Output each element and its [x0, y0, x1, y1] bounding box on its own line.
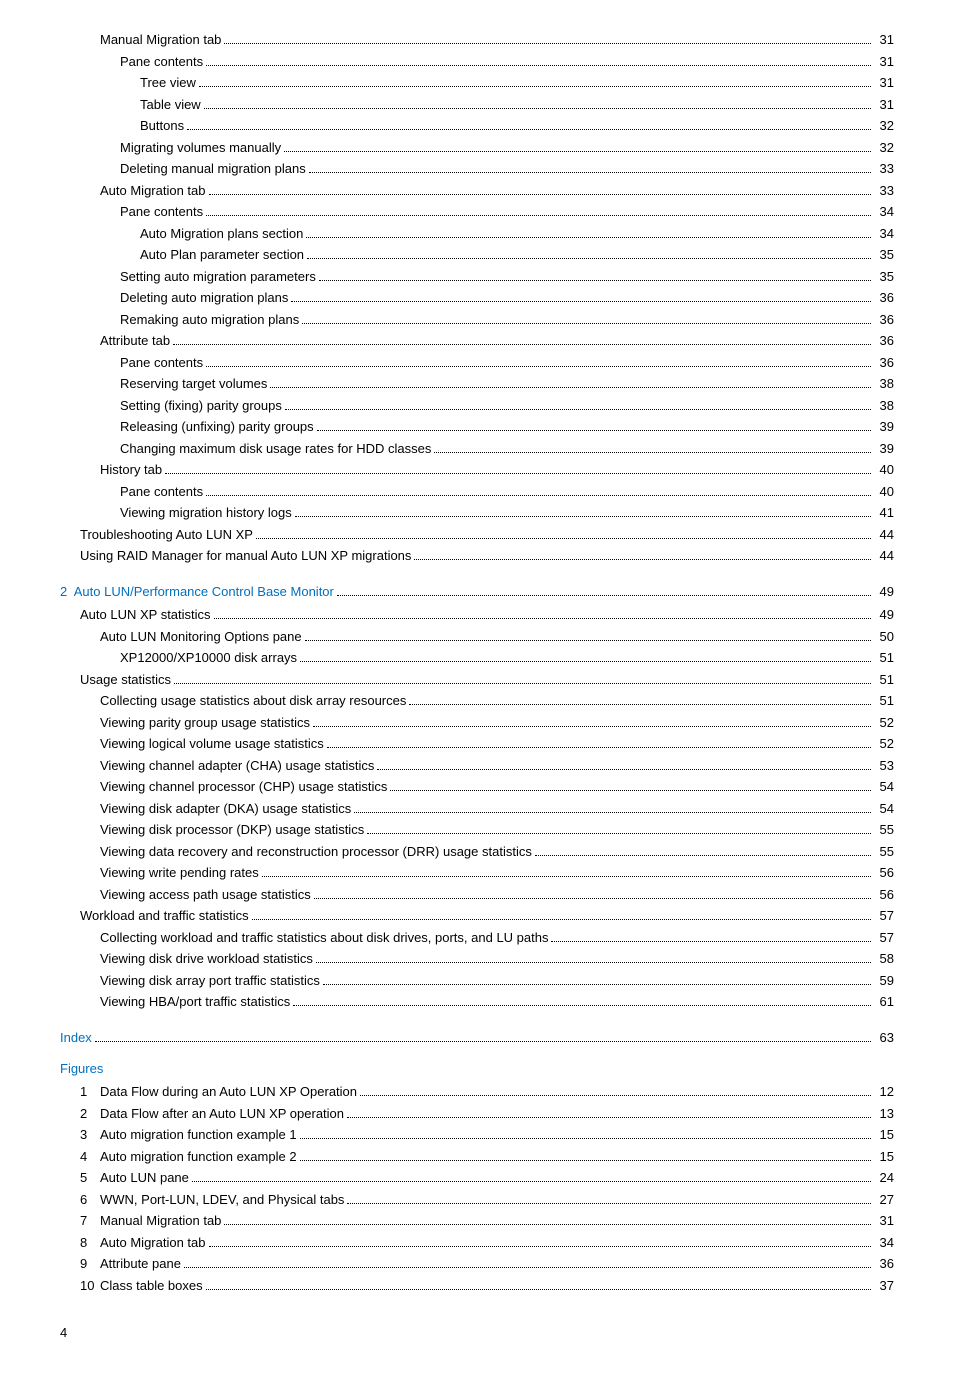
toc-entry-viewing-disk-drive: Viewing disk drive workload statistics 5…	[60, 949, 894, 969]
toc-entry-setting-parity: Setting (fixing) parity groups 38	[60, 396, 894, 416]
toc-entry-changing-max-disk: Changing maximum disk usage rates for HD…	[60, 439, 894, 459]
toc-entry-setting-auto-migration: Setting auto migration parameters 35	[60, 267, 894, 287]
toc-entry-viewing-migration-history: Viewing migration history logs 41	[60, 503, 894, 523]
figures-list-item: 10 Class table boxes37	[60, 1276, 894, 1296]
toc-entry-viewing-logical-volume: Viewing logical volume usage statistics …	[60, 734, 894, 754]
toc-entry-auto-migration-plans-section: Auto Migration plans section 34	[60, 224, 894, 244]
toc-section-2-heading: 2 Auto LUN/Performance Control Base Moni…	[60, 582, 894, 602]
toc-entry-collecting-usage: Collecting usage statistics about disk a…	[60, 691, 894, 711]
toc-entry-table-view: Table view 31	[60, 95, 894, 115]
figures-list-item: 6 WWN, Port-LUN, LDEV, and Physical tabs…	[60, 1190, 894, 1210]
toc-entry-attribute-tab: Attribute tab 36	[60, 331, 894, 351]
figures-list-item: 1 Data Flow during an Auto LUN XP Operat…	[60, 1082, 894, 1102]
toc-entry-manual-migration-tab: Manual Migration tab 31	[60, 30, 894, 50]
figures-list-item: 5 Auto LUN pane24	[60, 1168, 894, 1188]
toc-entry-pane-contents-3: Pane contents 36	[60, 353, 894, 373]
figures-list: 1 Data Flow during an Auto LUN XP Operat…	[60, 1082, 894, 1295]
toc-index-entry: Index 63	[60, 1028, 894, 1048]
toc-entry-deleting-auto-migration: Deleting auto migration plans 36	[60, 288, 894, 308]
toc-entry-viewing-dkp: Viewing disk processor (DKP) usage stati…	[60, 820, 894, 840]
toc-entry-releasing-parity: Releasing (unfixing) parity groups 39	[60, 417, 894, 437]
toc-entry-auto-plan-parameter: Auto Plan parameter section 35	[60, 245, 894, 265]
toc-entry-viewing-cha: Viewing channel adapter (CHA) usage stat…	[60, 756, 894, 776]
toc-entry-tree-view: Tree view 31	[60, 73, 894, 93]
toc-entry-viewing-chp: Viewing channel processor (CHP) usage st…	[60, 777, 894, 797]
toc-entry-pane-contents-1: Pane contents 31	[60, 52, 894, 72]
toc-entry-viewing-write-pending: Viewing write pending rates 56	[60, 863, 894, 883]
toc-entry-viewing-access-path: Viewing access path usage statistics 56	[60, 885, 894, 905]
figures-list-item: 4 Auto migration function example 215	[60, 1147, 894, 1167]
toc-entry-xp12000: XP12000/XP10000 disk arrays 51	[60, 648, 894, 668]
page-number: 4	[60, 1325, 894, 1340]
toc-entry-usage-stats: Usage statistics 51	[60, 670, 894, 690]
toc-entry-remaking-auto-migration: Remaking auto migration plans 36	[60, 310, 894, 330]
toc-entry-viewing-hba-port: Viewing HBA/port traffic statistics 61	[60, 992, 894, 1012]
figures-list-item: 8 Auto Migration tab34	[60, 1233, 894, 1253]
toc-entry-workload-traffic: Workload and traffic statistics 57	[60, 906, 894, 926]
toc-entry-deleting-manual: Deleting manual migration plans 33	[60, 159, 894, 179]
toc-entry-using-raid-manager: Using RAID Manager for manual Auto LUN X…	[60, 546, 894, 566]
toc-entry-viewing-disk-array-port: Viewing disk array port traffic statisti…	[60, 971, 894, 991]
toc-entry-auto-lun-xp-stats: Auto LUN XP statistics 49	[60, 605, 894, 625]
figures-list-item: 9 Attribute pane36	[60, 1254, 894, 1274]
toc-entry-collecting-workload: Collecting workload and traffic statisti…	[60, 928, 894, 948]
toc-entry-viewing-parity-group: Viewing parity group usage statistics 52	[60, 713, 894, 733]
toc-entry-viewing-drr: Viewing data recovery and reconstruction…	[60, 842, 894, 862]
toc-entry-migrating-volumes: Migrating volumes manually 32	[60, 138, 894, 158]
toc-entry-pane-contents-2: Pane contents 34	[60, 202, 894, 222]
figures-list-item: 2 Data Flow after an Auto LUN XP operati…	[60, 1104, 894, 1124]
toc-entry-buttons: Buttons 32	[60, 116, 894, 136]
figures-list-item: 3 Auto migration function example 115	[60, 1125, 894, 1145]
toc-entry-auto-lun-monitoring: Auto LUN Monitoring Options pane 50	[60, 627, 894, 647]
toc-entry-history-tab: History tab 40	[60, 460, 894, 480]
toc-entry-auto-migration-tab: Auto Migration tab 33	[60, 181, 894, 201]
figures-list-item: 7 Manual Migration tab31	[60, 1211, 894, 1231]
toc-entry-reserving-target: Reserving target volumes 38	[60, 374, 894, 394]
figures-heading: Figures	[60, 1061, 894, 1076]
toc-entry-troubleshooting: Troubleshooting Auto LUN XP 44	[60, 525, 894, 545]
toc-entry-pane-contents-4: Pane contents 40	[60, 482, 894, 502]
toc-entry-viewing-dka: Viewing disk adapter (DKA) usage statist…	[60, 799, 894, 819]
